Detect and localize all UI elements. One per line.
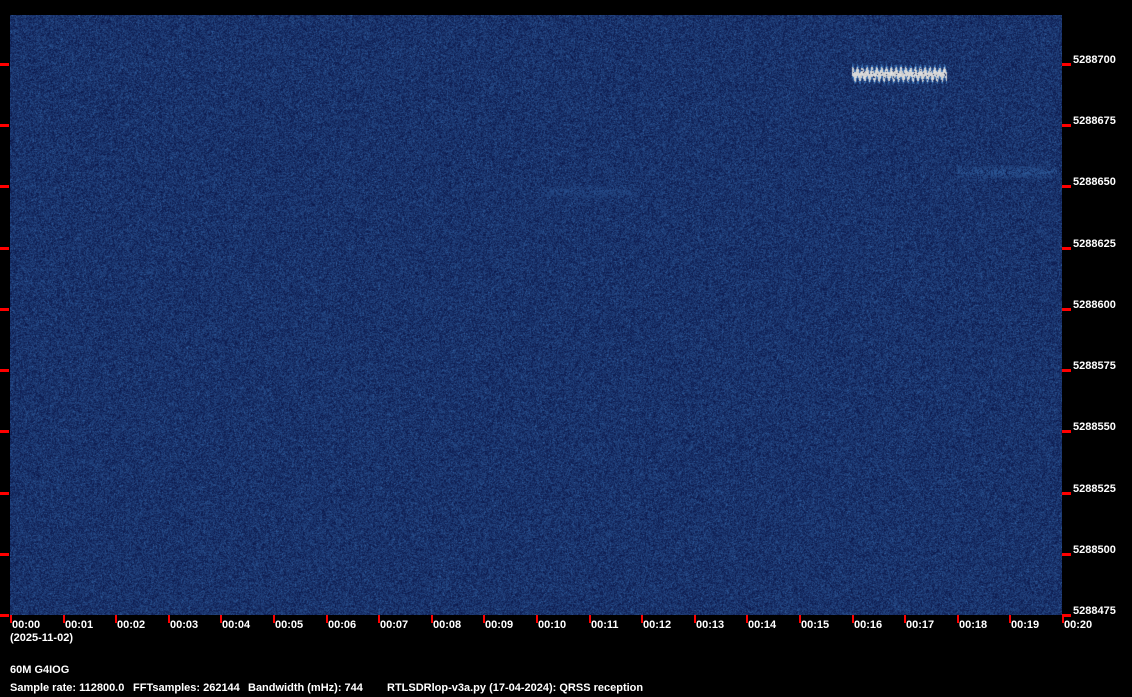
y-tick-label: 5288525 — [1073, 483, 1116, 495]
y-tick-label: 5288475 — [1073, 605, 1116, 617]
y-tick-label: 5288700 — [1073, 54, 1116, 66]
x-tick-label: 00:11 — [591, 619, 619, 631]
y-tick-mark-left — [0, 614, 9, 617]
x-tick-label: 00:15 — [801, 619, 830, 631]
x-tick-label: 00:18 — [959, 619, 988, 631]
y-tick-mark-left — [0, 63, 9, 66]
y-tick-mark-left — [0, 369, 9, 372]
x-tick-label: 00:16 — [854, 619, 883, 631]
y-tick-mark-left — [0, 124, 9, 127]
y-tick-mark-right — [1062, 247, 1071, 250]
y-tick-label: 5288675 — [1073, 115, 1116, 127]
x-tick-label: 00:20 — [1064, 619, 1093, 631]
bandwidth: Bandwidth (mHz): 744 — [248, 682, 363, 694]
y-tick-mark-right — [1062, 369, 1071, 372]
y-tick-mark-right — [1062, 492, 1071, 495]
date-label: (2025-11-02) — [10, 632, 73, 644]
x-tick-label: 00:13 — [696, 619, 725, 631]
y-tick-label: 5288500 — [1073, 544, 1116, 556]
y-tick-mark-right — [1062, 614, 1071, 617]
y-tick-mark-right — [1062, 308, 1071, 311]
y-tick-mark-right — [1062, 63, 1071, 66]
y-tick-label: 5288650 — [1073, 176, 1116, 188]
y-tick-mark-left — [0, 185, 9, 188]
x-tick-label: 00:06 — [328, 619, 357, 631]
y-tick-mark-left — [0, 247, 9, 250]
x-tick-label: 00:17 — [906, 619, 935, 631]
x-tick-label: 00:05 — [275, 619, 304, 631]
x-tick-label: 00:01 — [65, 619, 94, 631]
x-tick-label: 00:02 — [117, 619, 146, 631]
y-tick-label: 5288625 — [1073, 238, 1116, 250]
x-tick-label: 00:12 — [643, 619, 672, 631]
x-tick-label: 00:09 — [485, 619, 514, 631]
station-label: 60M G4IOG — [10, 664, 70, 676]
x-tick-label: 00:00 — [12, 619, 41, 631]
y-tick-mark-left — [0, 492, 9, 495]
x-tick-label: 00:14 — [748, 619, 777, 631]
sample-rate: Sample rate: 112800.0 — [10, 682, 125, 694]
x-tick-label: 00:10 — [538, 619, 567, 631]
x-tick-label: 00:04 — [222, 619, 251, 631]
x-tick-label: 00:08 — [433, 619, 462, 631]
y-tick-mark-right — [1062, 430, 1071, 433]
x-tick-label: 00:03 — [170, 619, 199, 631]
y-tick-mark-left — [0, 553, 9, 556]
fft-samples: FFTsamples: 262144 — [133, 682, 240, 694]
y-tick-mark-right — [1062, 124, 1071, 127]
y-tick-label: 5288575 — [1073, 360, 1116, 372]
software-info: RTLSDRlop-v3a.py (17-04-2024): QRSS rece… — [387, 682, 644, 694]
y-tick-mark-left — [0, 430, 9, 433]
y-tick-label: 5288600 — [1073, 299, 1116, 311]
spectrogram-waterfall — [10, 15, 1062, 615]
y-tick-label: 5288550 — [1073, 421, 1116, 433]
y-tick-mark-left — [0, 308, 9, 311]
x-tick-label: 00:19 — [1011, 619, 1040, 631]
x-tick-label: 00:07 — [380, 619, 409, 631]
y-tick-mark-right — [1062, 185, 1071, 188]
y-tick-mark-right — [1062, 553, 1071, 556]
